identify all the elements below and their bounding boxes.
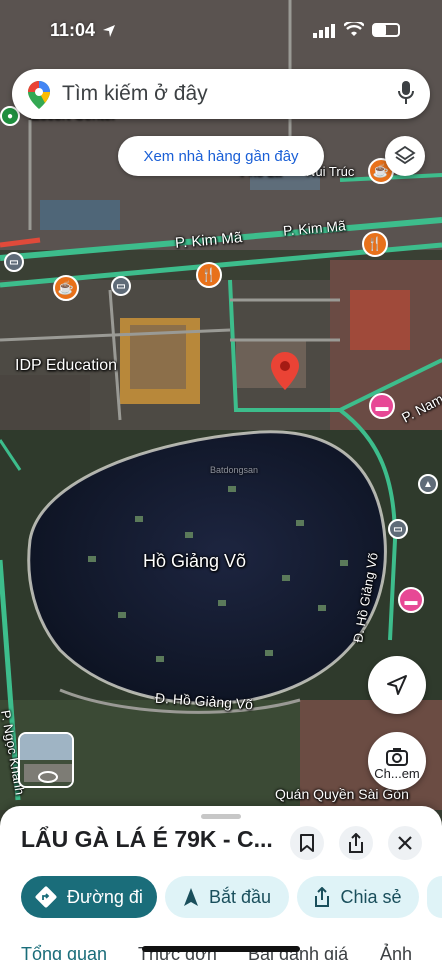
wifi-icon — [344, 22, 364, 36]
place-title: LẨU GÀ LÁ É 79K - C... — [21, 826, 273, 852]
navigation-arrow-icon — [183, 888, 198, 906]
directions-icon — [35, 886, 57, 908]
bus-stop-icon[interactable]: ▭ — [388, 519, 408, 539]
navigation-arrow-icon — [387, 675, 407, 695]
lens-label: Ch...em — [374, 766, 420, 781]
bus-stop-icon[interactable]: ▭ — [4, 252, 24, 272]
signal-icon — [313, 24, 335, 38]
share-icon — [315, 887, 330, 907]
map-label-lake: Hồ Giảng Võ — [143, 551, 247, 571]
more-action-button[interactable] — [427, 876, 442, 918]
home-indicator — [142, 946, 300, 952]
my-location-button[interactable] — [368, 656, 426, 714]
status-time: 11:04 — [50, 20, 96, 40]
cafe-pin-icon[interactable]: ☕ — [53, 275, 79, 301]
selected-location-pin-icon[interactable] — [271, 352, 299, 390]
layers-button[interactable] — [385, 136, 425, 176]
save-button[interactable] — [290, 826, 324, 860]
start-button[interactable]: Bắt đầu — [165, 876, 289, 918]
google-maps-pin-icon — [28, 81, 50, 109]
map-label-watermark: Batdongsan — [210, 465, 259, 475]
lens-button[interactable]: Ch...em — [368, 732, 426, 790]
street-view-thumbnail[interactable] — [18, 732, 74, 788]
directions-button[interactable]: Đường đi — [21, 876, 157, 918]
camera-lens-icon — [386, 748, 408, 766]
microphone-icon[interactable] — [398, 81, 414, 105]
directions-label: Đường đi — [67, 886, 143, 907]
battery-icon — [372, 23, 400, 37]
search-bar[interactable]: Tìm kiếm ở đây — [12, 69, 430, 119]
share-icon — [349, 833, 363, 853]
tab-photos[interactable]: Ảnh — [380, 944, 412, 960]
map-label-idp: IDP Education — [15, 357, 117, 374]
start-label: Bắt đầu — [208, 886, 272, 907]
layers-icon — [394, 145, 416, 165]
sheet-drag-handle[interactable] — [201, 814, 241, 819]
close-icon — [398, 836, 412, 850]
bus-stop-icon[interactable]: ▭ — [111, 276, 131, 296]
search-input[interactable]: Tìm kiếm ở đây — [62, 82, 208, 106]
nearby-restaurants-chip[interactable]: Xem nhà hàng gần đây — [118, 136, 324, 176]
hotel-pin-icon[interactable]: ▬ — [369, 393, 395, 419]
street-view-rotate-icon — [38, 771, 58, 783]
tab-overview[interactable]: Tổng quan — [21, 944, 107, 960]
bookmark-icon — [300, 834, 314, 852]
hotel-pin-icon[interactable]: ▬ — [398, 587, 424, 613]
share-action-button[interactable]: Chia sẻ — [297, 876, 419, 918]
location-arrow-icon — [103, 25, 115, 37]
restaurant-pin-icon[interactable]: 🍴 — [362, 231, 388, 257]
share-button[interactable] — [339, 826, 373, 860]
status-bar: 11:04 — [0, 0, 442, 56]
close-button[interactable] — [388, 826, 422, 860]
school-pin-icon[interactable]: ▲ — [418, 474, 438, 494]
restaurant-pin-icon[interactable]: 🍴 — [196, 262, 222, 288]
share-label: Chia sẻ — [340, 886, 402, 907]
